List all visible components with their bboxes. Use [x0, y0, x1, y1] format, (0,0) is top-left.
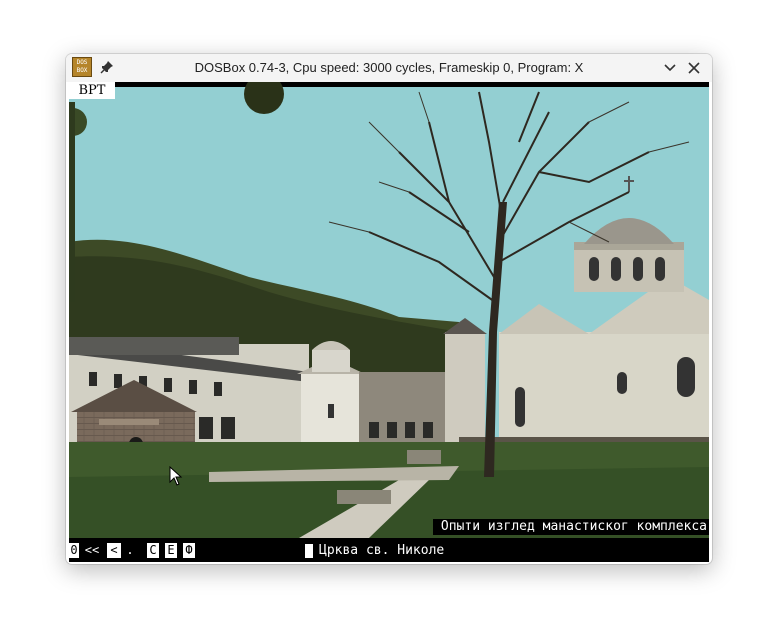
dos-screen[interactable]: ВРТ Опыти изглед манастиског комплекса 0… [69, 82, 709, 562]
close-icon[interactable] [686, 60, 702, 76]
control-c-button[interactable]: C [147, 543, 159, 558]
window-title: DOSBox 0.74-3, Cpu speed: 3000 cycles, F… [194, 60, 584, 75]
title-bar[interactable]: DOS BOX DOSBox 0.74-3, Cpu speed: 3000 c… [66, 54, 712, 82]
dosbox-window: DOS BOX DOSBox 0.74-3, Cpu speed: 3000 c… [66, 54, 712, 564]
control-f-button[interactable]: Ф [183, 543, 195, 558]
photo-caption: Опыти изглед манастиског комплекса [432, 519, 709, 535]
selection-marker [305, 544, 313, 558]
top-label: ВРТ [69, 82, 115, 99]
control-dot-button[interactable]: . [123, 543, 137, 558]
control-0[interactable]: 0 [69, 543, 79, 558]
dos-status-bar: 0 << < . C E Ф Црква св. Николе [69, 540, 709, 562]
pin-icon[interactable] [100, 60, 114, 74]
mouse-pointer-icon [169, 466, 183, 486]
dosbox-app-icon[interactable]: DOS BOX [72, 57, 92, 77]
monastery-photo [69, 82, 709, 538]
control-prev-button[interactable]: < [107, 543, 121, 558]
control-first-button[interactable]: << [81, 543, 103, 558]
minimize-chevron-icon[interactable] [662, 60, 678, 76]
church-title: Црква св. Николе [319, 543, 445, 558]
control-e-button[interactable]: E [165, 543, 177, 558]
